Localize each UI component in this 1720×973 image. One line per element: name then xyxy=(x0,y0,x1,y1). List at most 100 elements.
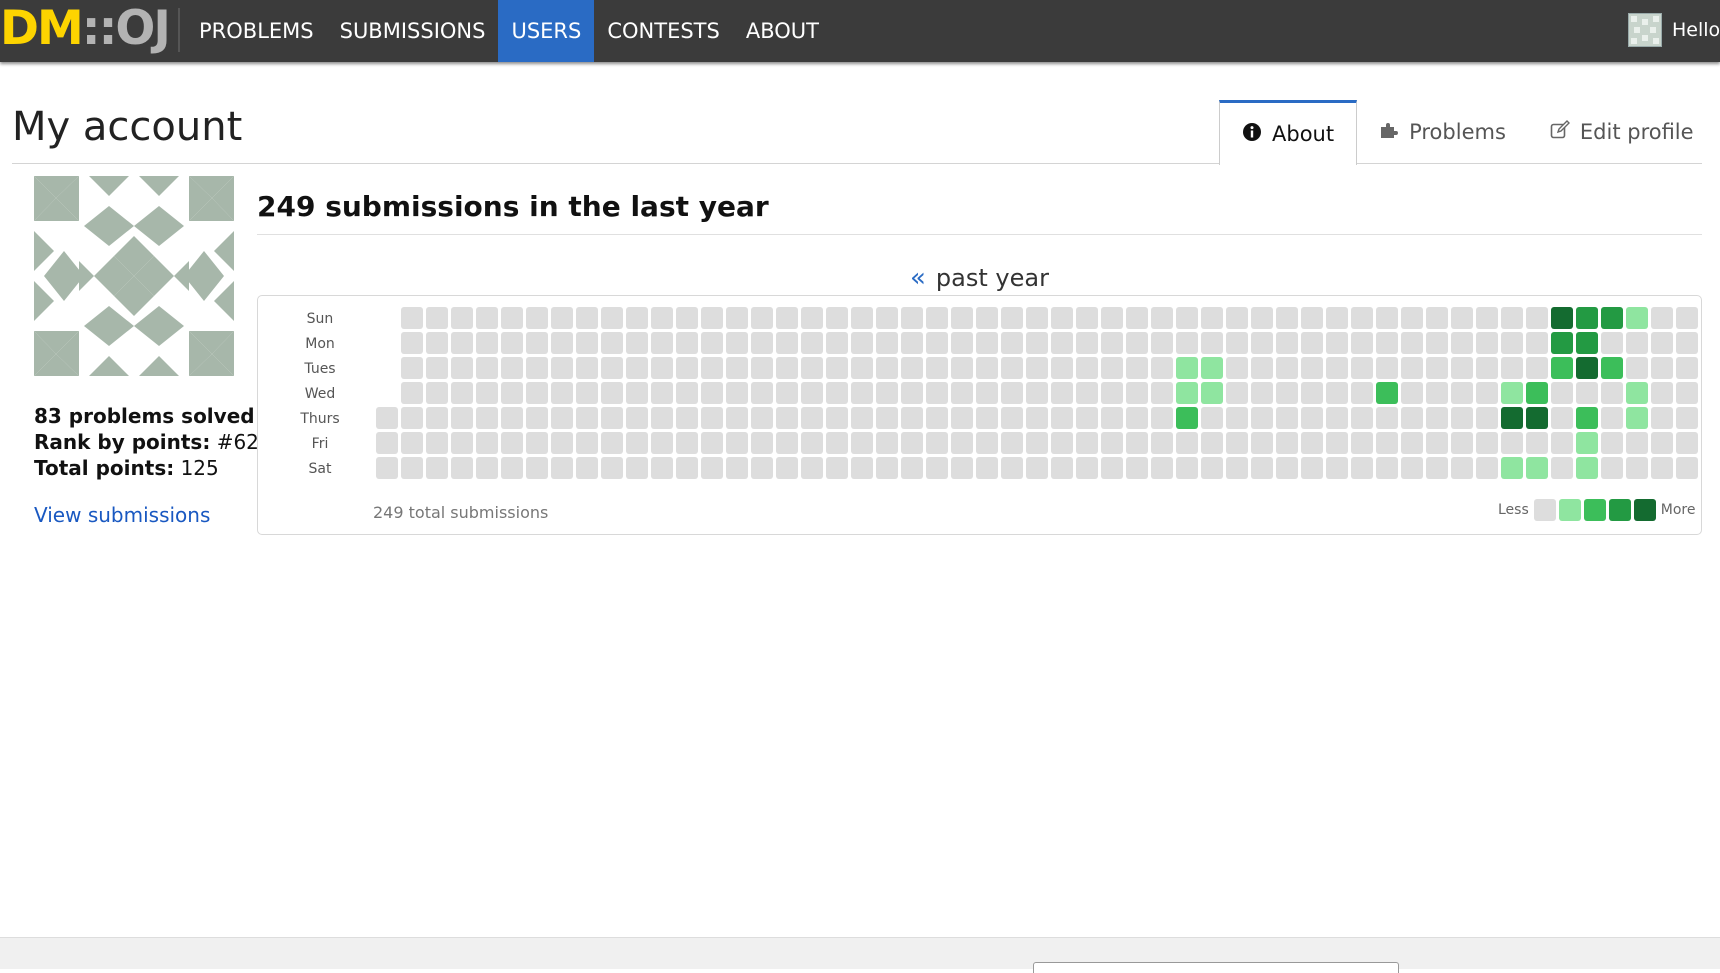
heatmap-cell[interactable] xyxy=(901,357,923,379)
heatmap-cell[interactable] xyxy=(676,307,698,329)
heatmap-cell[interactable] xyxy=(626,457,648,479)
heatmap-cell[interactable] xyxy=(1526,332,1548,354)
heatmap-cell[interactable] xyxy=(926,332,948,354)
heatmap-cell[interactable] xyxy=(876,357,898,379)
tab-edit-profile[interactable]: Edit profile xyxy=(1528,100,1716,164)
heatmap-cell[interactable] xyxy=(476,407,498,429)
heatmap-cell[interactable] xyxy=(1551,407,1573,429)
heatmap-cell[interactable] xyxy=(976,457,998,479)
heatmap-cell[interactable] xyxy=(676,457,698,479)
heatmap-cell[interactable] xyxy=(476,457,498,479)
heatmap-cell[interactable] xyxy=(901,307,923,329)
heatmap-cell[interactable] xyxy=(901,407,923,429)
heatmap-cell[interactable] xyxy=(1026,332,1048,354)
heatmap-cell[interactable] xyxy=(1576,332,1598,354)
heatmap-cell[interactable] xyxy=(1076,382,1098,404)
heatmap-cell[interactable] xyxy=(1476,407,1498,429)
heatmap-cell[interactable] xyxy=(1451,407,1473,429)
heatmap-cell[interactable] xyxy=(1126,332,1148,354)
heatmap-cell[interactable] xyxy=(526,382,548,404)
tab-problems[interactable]: Problems xyxy=(1357,100,1528,164)
heatmap-cell[interactable] xyxy=(1051,357,1073,379)
heatmap-cell[interactable] xyxy=(1226,432,1248,454)
heatmap-cell[interactable] xyxy=(1226,407,1248,429)
heatmap-cell[interactable] xyxy=(501,457,523,479)
heatmap-cell[interactable] xyxy=(1651,407,1673,429)
heatmap-cell[interactable] xyxy=(951,382,973,404)
heatmap-cell[interactable] xyxy=(926,407,948,429)
heatmap-cell[interactable] xyxy=(401,457,423,479)
heatmap-cell[interactable] xyxy=(1026,432,1048,454)
heatmap-cell[interactable] xyxy=(601,407,623,429)
heatmap-cell[interactable] xyxy=(1251,382,1273,404)
heatmap-cell[interactable] xyxy=(801,407,823,429)
heatmap-cell[interactable] xyxy=(1326,382,1348,404)
site-logo[interactable]: DM::OJ xyxy=(0,4,171,54)
heatmap-cell[interactable] xyxy=(801,382,823,404)
nav-item-users[interactable]: USERS xyxy=(498,0,595,62)
heatmap-cell[interactable] xyxy=(1126,307,1148,329)
heatmap-cell[interactable] xyxy=(826,382,848,404)
heatmap-cell[interactable] xyxy=(1126,382,1148,404)
heatmap-cell[interactable] xyxy=(451,382,473,404)
prev-year-link[interactable]: « past year xyxy=(910,263,1049,293)
heatmap-cell[interactable] xyxy=(701,307,723,329)
heatmap-cell[interactable] xyxy=(1576,407,1598,429)
heatmap-cell[interactable] xyxy=(1626,457,1648,479)
heatmap-cell[interactable] xyxy=(451,332,473,354)
heatmap-cell[interactable] xyxy=(526,307,548,329)
user-menu[interactable]: Hello, xyxy=(1628,13,1720,47)
heatmap-cell[interactable] xyxy=(1226,332,1248,354)
heatmap-cell[interactable] xyxy=(601,382,623,404)
heatmap-cell[interactable] xyxy=(551,407,573,429)
heatmap-cell[interactable] xyxy=(1076,307,1098,329)
heatmap-cell[interactable] xyxy=(1576,307,1598,329)
heatmap-cell[interactable] xyxy=(651,457,673,479)
heatmap-cell[interactable] xyxy=(1176,332,1198,354)
heatmap-cell[interactable] xyxy=(1601,432,1623,454)
heatmap-cell[interactable] xyxy=(1001,457,1023,479)
heatmap-cell[interactable] xyxy=(1651,432,1673,454)
heatmap-cell[interactable] xyxy=(876,382,898,404)
heatmap-cell[interactable] xyxy=(1276,457,1298,479)
heatmap-cell[interactable] xyxy=(476,307,498,329)
heatmap-cell[interactable] xyxy=(901,457,923,479)
heatmap-cell[interactable] xyxy=(851,457,873,479)
heatmap-cell[interactable] xyxy=(1526,457,1548,479)
heatmap-cell[interactable] xyxy=(951,357,973,379)
heatmap-cell[interactable] xyxy=(1526,307,1548,329)
heatmap-cell[interactable] xyxy=(976,307,998,329)
heatmap-cell[interactable] xyxy=(976,332,998,354)
heatmap-cell[interactable] xyxy=(401,307,423,329)
heatmap-cell[interactable] xyxy=(676,332,698,354)
heatmap-cell[interactable] xyxy=(501,407,523,429)
heatmap-cell[interactable] xyxy=(451,357,473,379)
heatmap-cell[interactable] xyxy=(601,307,623,329)
heatmap-cell[interactable] xyxy=(1501,357,1523,379)
heatmap-cell[interactable] xyxy=(1001,382,1023,404)
heatmap-cell[interactable] xyxy=(1001,407,1023,429)
heatmap-cell[interactable] xyxy=(1176,382,1198,404)
heatmap-cell[interactable] xyxy=(726,432,748,454)
heatmap-cell[interactable] xyxy=(801,357,823,379)
heatmap-cell[interactable] xyxy=(1151,332,1173,354)
heatmap-cell[interactable] xyxy=(1426,407,1448,429)
heatmap-cell[interactable] xyxy=(1076,457,1098,479)
nav-item-about[interactable]: ABOUT xyxy=(733,0,832,62)
heatmap-cell[interactable] xyxy=(1426,357,1448,379)
heatmap-cell[interactable] xyxy=(376,407,398,429)
heatmap-cell[interactable] xyxy=(701,357,723,379)
heatmap-cell[interactable] xyxy=(976,432,998,454)
heatmap-cell[interactable] xyxy=(776,432,798,454)
heatmap-cell[interactable] xyxy=(1051,407,1073,429)
heatmap-cell[interactable] xyxy=(1476,382,1498,404)
heatmap-cell[interactable] xyxy=(651,357,673,379)
heatmap-cell[interactable] xyxy=(1476,332,1498,354)
heatmap-cell[interactable] xyxy=(1501,382,1523,404)
heatmap-cell[interactable] xyxy=(976,407,998,429)
heatmap-cell[interactable] xyxy=(576,332,598,354)
heatmap-cell[interactable] xyxy=(1676,382,1698,404)
heatmap-cell[interactable] xyxy=(701,432,723,454)
heatmap-cell[interactable] xyxy=(726,307,748,329)
heatmap-cell[interactable] xyxy=(776,307,798,329)
